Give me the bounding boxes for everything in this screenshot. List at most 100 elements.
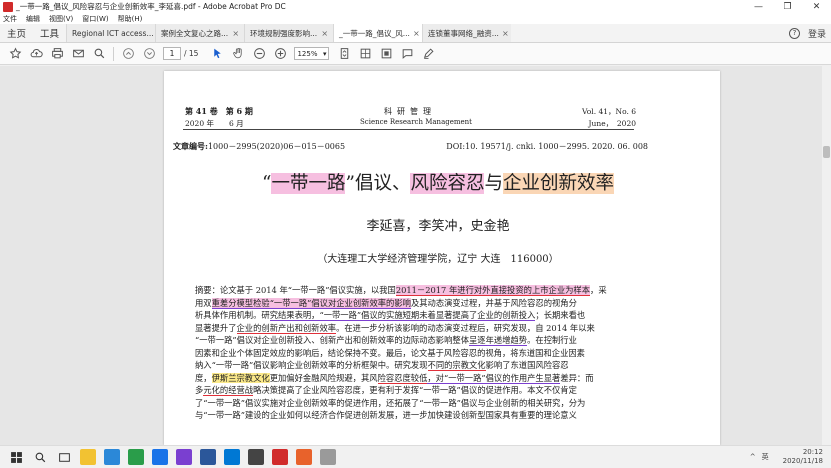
- article-title: “一带一路”倡议、风险容忍与企业创新效率: [212, 169, 664, 195]
- vertical-scrollbar[interactable]: [822, 66, 831, 445]
- underlined-risk-text: 险容忍度较低: [377, 372, 428, 384]
- doc-tab-case-study[interactable]: 案例全文复心之路... ×: [155, 24, 245, 42]
- edge-icon[interactable]: [224, 449, 240, 465]
- star-icon[interactable]: [8, 47, 22, 61]
- journal-name-cn: 科研管理: [384, 107, 436, 116]
- login-button[interactable]: 登录: [808, 27, 826, 40]
- acrobat-app-icon: [3, 1, 13, 12]
- close-tab-icon[interactable]: ×: [413, 29, 420, 38]
- header-rule: [183, 129, 634, 130]
- underlined-religion-text: 不同的宗教文化: [427, 360, 486, 371]
- page-total: / 15: [184, 49, 199, 58]
- menu-file[interactable]: 文件: [3, 14, 17, 24]
- article-number: 文章编号:1000－2995(2020)06－015－0065: [173, 141, 345, 152]
- wechat-icon[interactable]: [128, 449, 144, 465]
- search-icon[interactable]: [92, 47, 106, 61]
- close-tab-icon[interactable]: ×: [232, 29, 239, 38]
- menu-bar: 文件 编辑 视图(V) 窗口(W) 帮助(H): [0, 13, 831, 24]
- abstract-segment: 度，: [195, 372, 212, 383]
- app-icon-dark[interactable]: [248, 449, 264, 465]
- article-number-label: 文章编号:: [173, 141, 208, 151]
- fit-page-icon[interactable]: [337, 47, 351, 61]
- search-taskbar-icon[interactable]: [32, 449, 48, 465]
- system-tray: ^ 英 20:12 2020/11/18: [744, 448, 831, 466]
- title-middle: ”倡议、: [345, 173, 411, 194]
- clock-time: 20:12: [802, 448, 823, 456]
- highlighted-method-text: 重差分模型检验“一带一路”倡议对企业创新效率的影响: [211, 297, 411, 309]
- help-icon[interactable]: ?: [788, 27, 800, 39]
- cloud-upload-icon[interactable]: [29, 47, 43, 61]
- scroll-mode-icon[interactable]: [358, 47, 372, 61]
- abstract-segment: ，采: [590, 285, 607, 295]
- doc-tab-environment[interactable]: 环境规制强度影响... ×: [244, 24, 334, 42]
- abstract-line: 度，伊斯兰宗教文化更加偏好金融风险规避，其风险容忍度较低，对“一带一路”倡议的作…: [195, 372, 634, 385]
- journal-date: 2020 年 6 月: [185, 119, 244, 128]
- zoom-in-icon[interactable]: [273, 47, 287, 61]
- abstract-line: 摘要：论文基于 2014 年“一带一路”倡议实施，以我国2011－2017 年进…: [195, 284, 634, 297]
- window-controls: — ❐ ✕: [744, 0, 831, 13]
- zoom-level-select[interactable]: 125% ▾: [294, 47, 330, 60]
- menu-help[interactable]: 帮助(H): [118, 14, 143, 24]
- prev-page-icon[interactable]: [121, 47, 135, 61]
- abstract-segment: 摘要：论文基于 2014 年“一带一路”倡议实施，以我国: [195, 285, 396, 295]
- windows-start-icon[interactable]: [8, 449, 24, 465]
- close-tab-icon[interactable]: ×: [321, 29, 328, 38]
- word-icon[interactable]: [200, 449, 216, 465]
- window-title: _一带一路_倡议_风险容忍与企业创新效率_李延喜.pdf - Adobe Acr…: [16, 2, 286, 11]
- input-language-indicator[interactable]: 英: [762, 452, 769, 462]
- doc-tab-interlocking[interactable]: 连锁董事网络_融资... ×: [422, 24, 512, 42]
- comment-icon[interactable]: [400, 47, 414, 61]
- system-clock[interactable]: 20:12 2020/11/18: [777, 448, 823, 466]
- underlined-trend-text: 呈逐年递增趋势: [469, 335, 528, 346]
- tray-expand-icon[interactable]: ^: [750, 453, 756, 461]
- title-joiner: 与: [484, 173, 503, 194]
- menu-view[interactable]: 视图(V): [49, 14, 73, 24]
- tab-tools[interactable]: 工具: [33, 24, 66, 42]
- abstract-segment: 影响了东道国风险容忍: [485, 360, 569, 370]
- abstract-segment: 更加偏好金融风险规避，其风: [269, 372, 378, 383]
- scrollbar-thumb[interactable]: [823, 146, 830, 158]
- restore-button[interactable]: ❐: [773, 0, 802, 13]
- chevron-down-icon: ▾: [322, 49, 327, 58]
- abstract-line: “一带一路”倡议对企业创新投入、创新产出和创新效率的边际动态影响整体呈逐年递增趋…: [195, 334, 634, 347]
- abstract-line: 了“一带一路”倡议实施对企业创新效率的促进作用，还拓展了“一带一路”倡议与企业创…: [195, 397, 586, 408]
- underlined-effect-text: ，对“一带一路”倡议的作用产生显著: [427, 372, 561, 384]
- app-icon-orange[interactable]: [296, 449, 312, 465]
- zoom-level-value: 125%: [297, 49, 318, 58]
- select-cursor-icon[interactable]: [210, 47, 224, 61]
- zoom-out-icon[interactable]: [252, 47, 266, 61]
- file-explorer-icon[interactable]: [80, 449, 96, 465]
- toolbar: 1 / 15 125% ▾: [0, 43, 831, 65]
- abstract-text: 摘要：论文基于 2014 年“一带一路”倡议实施，以我国2011－2017 年进…: [195, 284, 634, 422]
- browser-icon[interactable]: [152, 449, 168, 465]
- store-icon[interactable]: [104, 449, 120, 465]
- toolbar-separator: [113, 46, 114, 61]
- doc-tab-label: Regional ICT access...: [72, 28, 154, 38]
- app-icon-gray[interactable]: [320, 449, 336, 465]
- close-tab-icon[interactable]: ×: [502, 29, 509, 38]
- doc-tab-regional-ict[interactable]: Regional ICT access... ×: [66, 24, 156, 42]
- abstract-segment: 纳入“一带一路”倡议影响企业创新效率的分析框架中。研究发现: [195, 360, 428, 370]
- minimize-button[interactable]: —: [744, 0, 773, 13]
- email-icon[interactable]: [71, 47, 85, 61]
- menu-window[interactable]: 窗口(W): [82, 14, 108, 24]
- tab-home[interactable]: 主页: [0, 24, 33, 42]
- abstract-segment: 。在进一步分析该影响的动态演变过程后，研究发现，自 2014 年以来: [336, 322, 595, 333]
- abstract-segment: 析具体作用机制。研: [195, 310, 270, 320]
- page-number-input[interactable]: 1: [163, 47, 181, 60]
- task-view-icon[interactable]: [56, 449, 72, 465]
- hand-tool-icon[interactable]: [231, 47, 245, 61]
- menu-edit[interactable]: 编辑: [26, 14, 40, 24]
- pen-draw-icon[interactable]: [421, 47, 435, 61]
- next-page-icon[interactable]: [142, 47, 156, 61]
- abstract-segment: 差异：而: [560, 372, 594, 383]
- journal-name-en: Science Research Management: [360, 118, 472, 126]
- fullscreen-icon[interactable]: [379, 47, 393, 61]
- doc-tab-belt-road[interactable]: _一带一路_倡议_风... ×: [333, 24, 423, 42]
- abstract-segment: 显著提升了: [195, 322, 237, 333]
- print-icon[interactable]: [50, 47, 64, 61]
- abstract-line: 与“一带一路”建设的企业如何以经济合作促进创新发展，进一步加快建设创新型国家具有…: [195, 410, 577, 420]
- close-window-button[interactable]: ✕: [802, 0, 831, 13]
- onenote-icon[interactable]: [176, 449, 192, 465]
- acrobat-taskbar-icon[interactable]: [272, 449, 288, 465]
